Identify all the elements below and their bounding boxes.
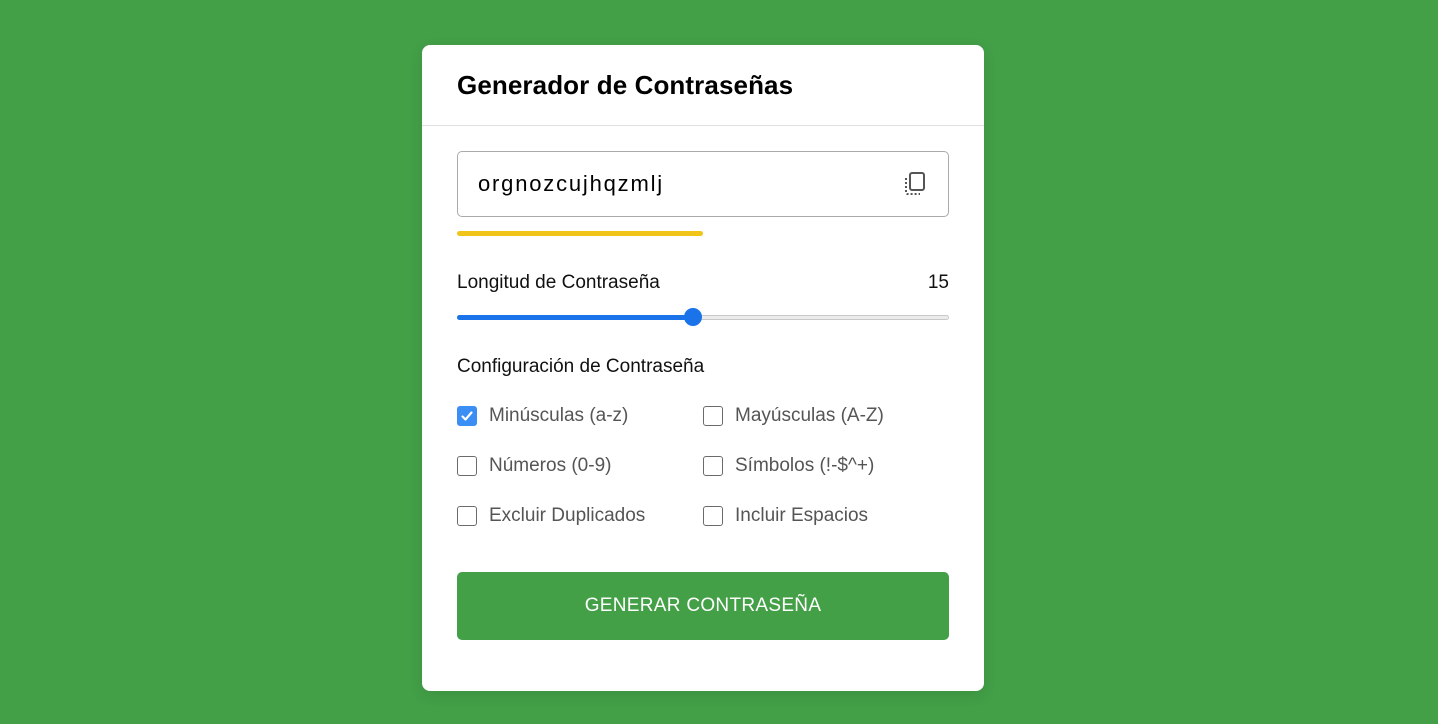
checkbox-uppercase[interactable] <box>703 406 723 426</box>
page-title: Generador de Contraseñas <box>457 70 794 100</box>
length-slider[interactable] <box>457 308 949 326</box>
settings-title: Configuración de Contraseña <box>457 356 705 377</box>
length-row: Longitud de Contraseña 15 <box>457 272 949 294</box>
settings-options: Minúsculas (a-z) Mayúsculas (A-Z) Números … <box>457 405 949 527</box>
option-label: Minúsculas (a-z) <box>489 405 629 426</box>
option-label: Excluir Duplicados <box>489 505 646 526</box>
option-label: Símbolos (!-$^+) <box>735 455 875 476</box>
checkbox-lowercase[interactable] <box>457 406 477 426</box>
option-label: Incluir Espacios <box>735 505 869 526</box>
card-header: Generador de Contraseñas <box>422 45 984 126</box>
option-numbers[interactable]: Números (0-9) <box>457 455 703 477</box>
password-value[interactable]: orgnozcujhqzmlj <box>458 171 900 197</box>
option-label: Mayúsculas (A-Z) <box>735 405 884 426</box>
option-lowercase[interactable]: Minúsculas (a-z) <box>457 405 703 427</box>
checkbox-exclude-duplicates[interactable] <box>457 506 477 526</box>
slider-thumb[interactable] <box>684 308 703 326</box>
checkbox-numbers[interactable] <box>457 456 477 476</box>
checkbox-include-spaces[interactable] <box>703 506 723 526</box>
copy-icon[interactable] <box>900 169 930 199</box>
check-icon <box>461 411 473 421</box>
strength-indicator <box>457 231 703 236</box>
option-include-spaces[interactable]: Incluir Espacios <box>703 505 949 527</box>
length-value: 15 <box>927 272 949 293</box>
password-display[interactable]: orgnozcujhqzmlj <box>457 151 949 217</box>
option-exclude-duplicates[interactable]: Excluir Duplicados <box>457 505 703 527</box>
password-generator-card: Generador de Contraseñas orgnozcujhqzmlj… <box>422 45 984 691</box>
option-symbols[interactable]: Símbolos (!-$^+) <box>703 455 949 477</box>
option-label: Números (0-9) <box>489 455 612 476</box>
checkbox-symbols[interactable] <box>703 456 723 476</box>
generate-button[interactable]: GENERAR CONTRASEÑA <box>457 572 949 640</box>
length-label: Longitud de Contraseña <box>457 272 660 293</box>
option-uppercase[interactable]: Mayúsculas (A-Z) <box>703 405 949 427</box>
slider-fill <box>457 315 694 320</box>
